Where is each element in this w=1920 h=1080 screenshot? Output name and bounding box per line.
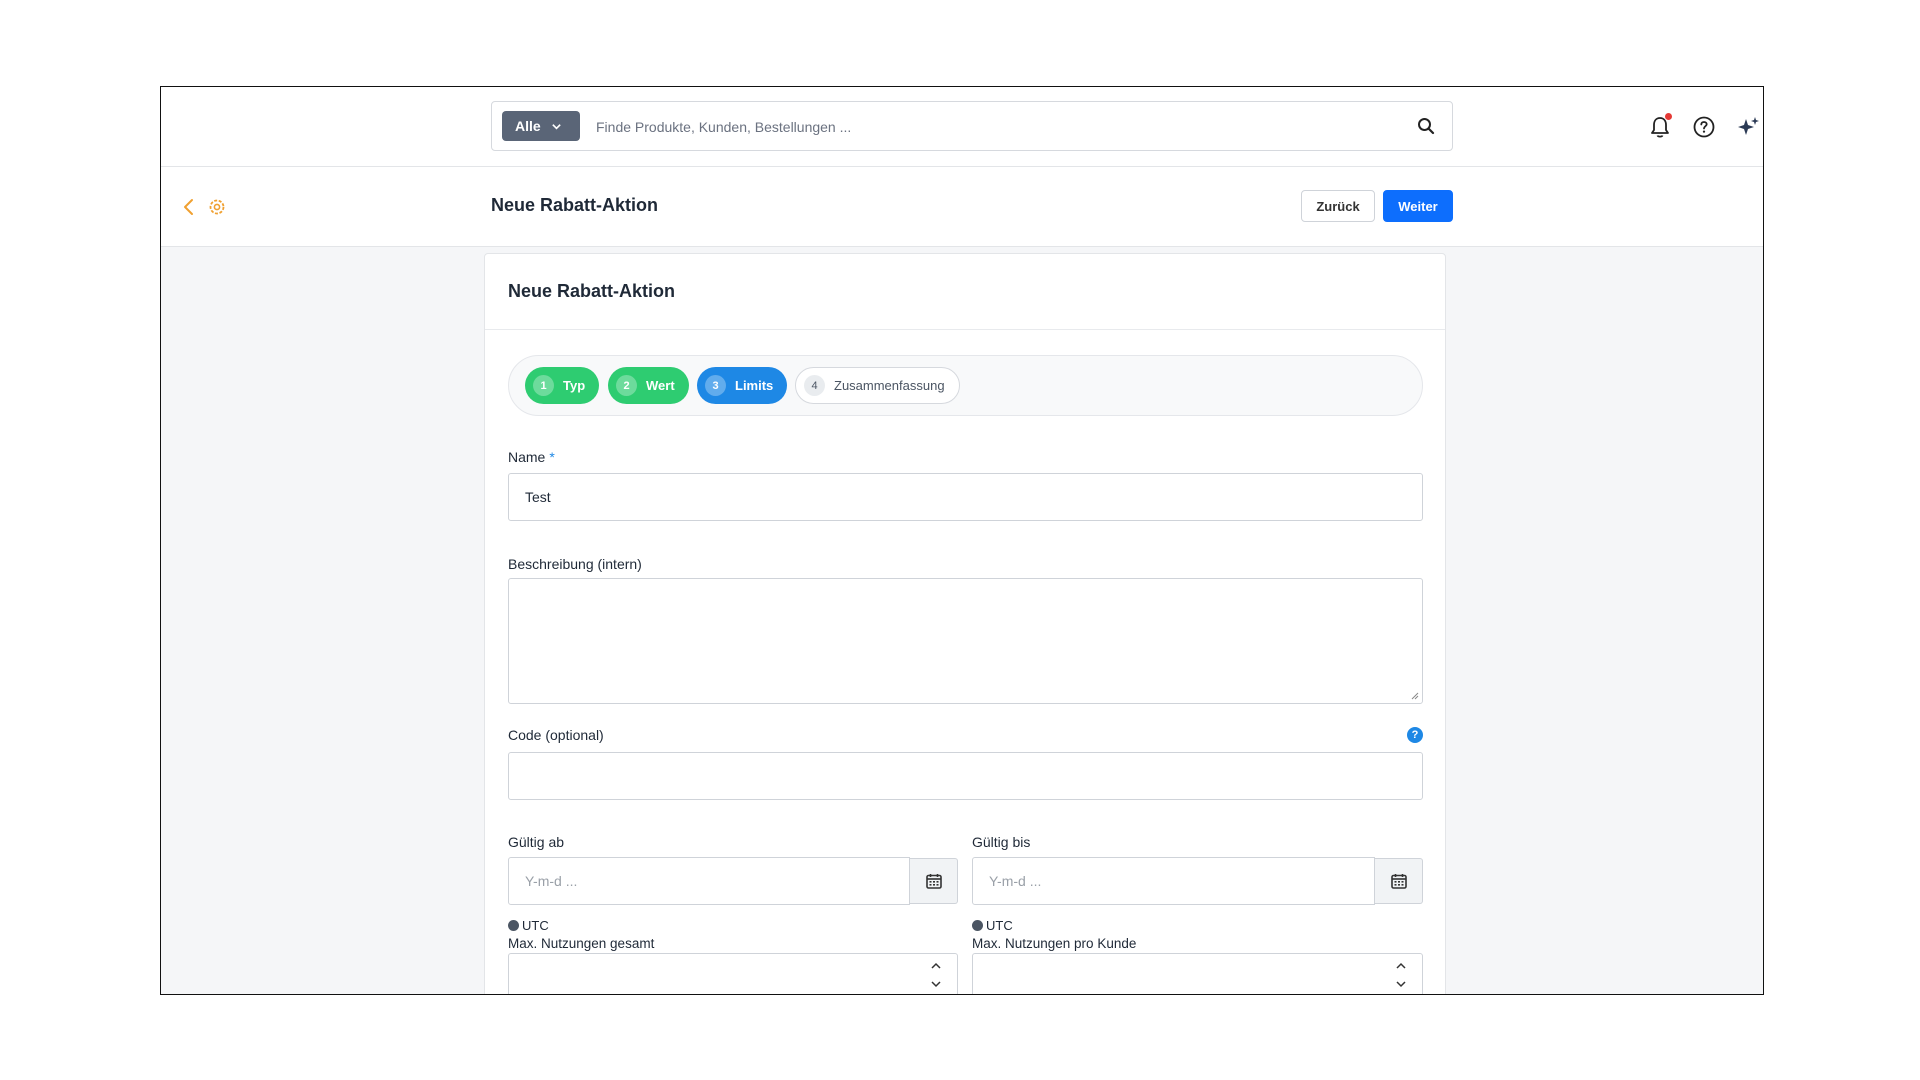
- description-textarea[interactable]: [508, 578, 1423, 704]
- page-title: Neue Rabatt-Aktion: [491, 195, 659, 215]
- ai-assistant-button[interactable]: [1735, 114, 1761, 140]
- valid-to-label: Gültig bis: [972, 834, 1031, 850]
- wizard-stepper: 1 Typ 2 Wert 3 Limits 4 Zusammenfassung: [508, 355, 1423, 416]
- valid-to-placeholder: Y-m-d ...: [989, 873, 1042, 889]
- valid-from-placeholder: Y-m-d ...: [525, 873, 578, 889]
- global-search: Alle: [491, 101, 1453, 151]
- discount-form-card: Neue Rabatt-Aktion 1 Typ 2 Wert 3 Limits…: [484, 253, 1446, 994]
- chevron-down-icon[interactable]: [1395, 978, 1407, 990]
- clock-icon: [972, 920, 983, 931]
- back-button[interactable]: Zurück: [1301, 190, 1375, 222]
- max-per-customer-input[interactable]: [972, 953, 1423, 994]
- search-icon[interactable]: [1416, 116, 1436, 136]
- step-type[interactable]: 1 Typ: [525, 367, 600, 404]
- step-number: 4: [804, 375, 825, 396]
- gear-icon[interactable]: [207, 197, 227, 217]
- app-window: Alle Finde Produkte, Kunden, Bestellunge…: [160, 86, 1764, 995]
- description-label: Beschreibung (intern): [508, 556, 642, 572]
- chevron-down-icon: [551, 123, 561, 130]
- search-input[interactable]: [594, 112, 1398, 142]
- name-field[interactable]: Test: [508, 473, 1423, 521]
- step-label: Wert: [646, 378, 675, 393]
- step-number: 3: [705, 375, 726, 396]
- step-number: 2: [616, 375, 637, 396]
- valid-to-calendar-button[interactable]: [1375, 858, 1423, 904]
- max-total-label: Max. Nutzungen gesamt: [508, 936, 655, 951]
- resize-handle-icon[interactable]: [1411, 692, 1419, 700]
- code-field[interactable]: [508, 752, 1423, 800]
- chevron-down-icon[interactable]: [930, 978, 942, 990]
- search-scope-label: Alle: [515, 118, 541, 134]
- chevron-up-icon[interactable]: [930, 960, 942, 972]
- help-icon[interactable]: ?: [1407, 727, 1423, 743]
- step-limits[interactable]: 3 Limits: [697, 367, 788, 404]
- clock-icon: [508, 920, 519, 931]
- step-number: 1: [533, 375, 554, 396]
- step-summary[interactable]: 4 Zusammenfassung: [795, 367, 960, 404]
- card-title: Neue Rabatt-Aktion: [508, 281, 676, 301]
- timezone-hint-from: UTC: [508, 918, 549, 933]
- step-label: Limits: [735, 378, 774, 393]
- next-button[interactable]: Weiter: [1383, 190, 1453, 222]
- valid-from-label: Gültig ab: [508, 834, 565, 850]
- valid-from-field[interactable]: Y-m-d ...: [508, 857, 910, 905]
- notifications-button[interactable]: [1647, 113, 1673, 140]
- timezone-hint-to: UTC: [972, 918, 1013, 933]
- max-per-customer-stepper[interactable]: [1395, 960, 1409, 990]
- name-value: Test: [525, 489, 551, 505]
- search-scope-dropdown[interactable]: Alle: [502, 111, 580, 141]
- valid-from-calendar-button[interactable]: [910, 858, 958, 904]
- timezone-text: UTC: [522, 918, 549, 933]
- step-value[interactable]: 2 Wert: [608, 367, 689, 404]
- notification-badge: [1665, 113, 1672, 120]
- step-label: Typ: [563, 378, 586, 393]
- help-button[interactable]: [1691, 114, 1717, 140]
- max-total-input[interactable]: [508, 953, 958, 994]
- help-circle-icon: [1693, 116, 1715, 138]
- card-header: Neue Rabatt-Aktion: [485, 254, 1445, 330]
- name-label-text: Name: [508, 449, 546, 465]
- code-label: Code (optional): [508, 727, 604, 743]
- calendar-icon: [1390, 874, 1407, 889]
- chevron-left-icon[interactable]: [179, 197, 199, 217]
- max-total-stepper[interactable]: [930, 960, 944, 990]
- page-header: Neue Rabatt-Aktion Zurück Weiter: [161, 167, 1763, 247]
- timezone-text: UTC: [986, 918, 1013, 933]
- sparkle-icon: [1738, 117, 1759, 135]
- name-label: Name *: [508, 449, 555, 465]
- required-marker: *: [549, 449, 555, 465]
- top-bar: Alle: [161, 87, 1763, 167]
- chevron-up-icon[interactable]: [1395, 960, 1407, 972]
- valid-to-field[interactable]: Y-m-d ...: [972, 857, 1375, 905]
- step-label: Zusammenfassung: [834, 378, 945, 393]
- max-per-customer-label: Max. Nutzungen pro Kunde: [972, 936, 1137, 951]
- calendar-icon: [925, 874, 942, 889]
